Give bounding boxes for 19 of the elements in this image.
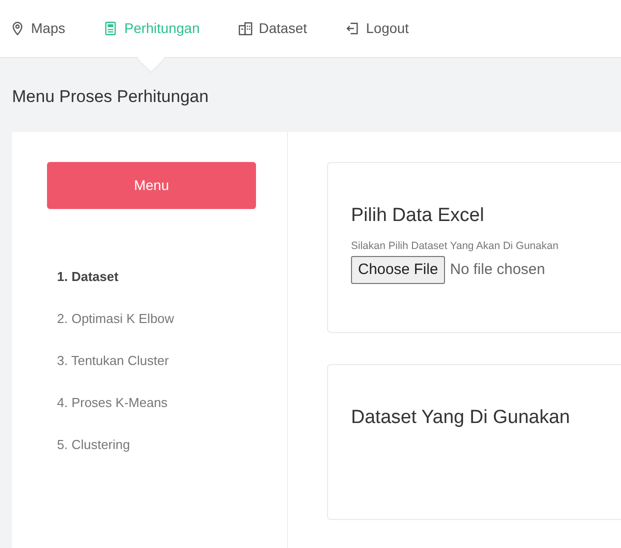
pin-icon xyxy=(10,21,25,36)
sidebar-item[interactable]: 3. Tentukan Cluster xyxy=(57,351,287,371)
nav-link[interactable]: Logout xyxy=(345,0,409,58)
calculator-icon xyxy=(103,21,118,36)
sidebar-item[interactable]: 1. Dataset xyxy=(57,267,287,287)
card-title: Pilih Data Excel xyxy=(351,204,486,228)
page-title: Menu Proses Perhitungan xyxy=(11,86,210,108)
sidebar-item[interactable]: 4. Proses K-Means xyxy=(57,393,287,413)
file-status: No file chosen xyxy=(450,260,546,280)
card-title: Dataset Yang Di Gunakan xyxy=(351,406,571,430)
sidebar-item[interactable]: 5. Clustering xyxy=(57,435,287,455)
menu-button[interactable]: Menu xyxy=(47,162,256,209)
nav-link[interactable]: Dataset xyxy=(238,0,307,58)
sidebar-item[interactable]: 2. Optimasi K Elbow xyxy=(57,309,287,329)
hint-text: Silakan Pilih Dataset Yang Akan Di Gunakan xyxy=(351,239,560,253)
building-icon xyxy=(238,21,253,36)
choose-file-button[interactable]: Choose File xyxy=(351,256,446,284)
nav-link[interactable]: Maps xyxy=(10,0,66,58)
logout-icon xyxy=(345,21,360,36)
